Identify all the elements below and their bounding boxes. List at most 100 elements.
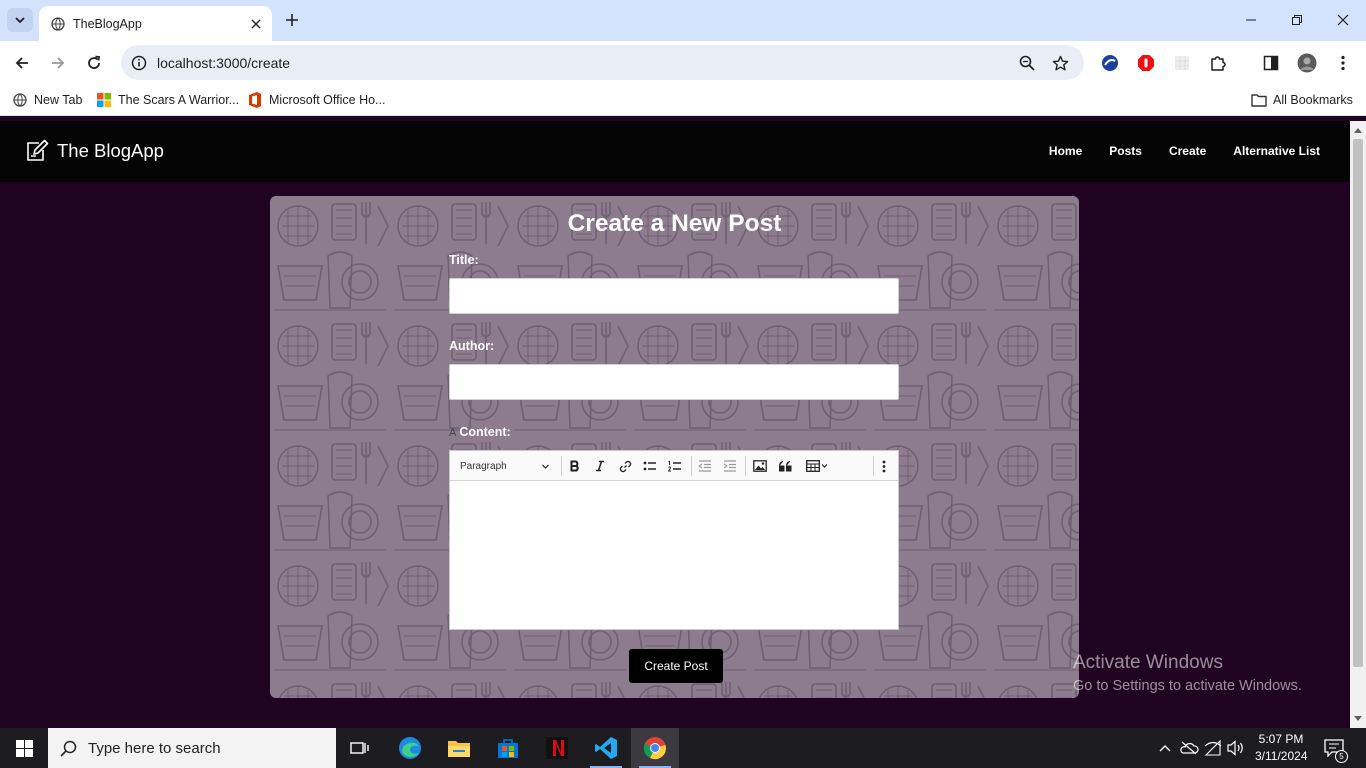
volume-icon[interactable] bbox=[1226, 738, 1246, 758]
bookmarks-bar: New Tab The Scars A Warrior... Microsoft… bbox=[0, 84, 1366, 116]
site-navbar: The BlogApp Home Posts Create Alternativ… bbox=[0, 121, 1350, 182]
chevron-down-icon bbox=[15, 17, 25, 24]
rich-text-editor: Paragraph bbox=[449, 450, 899, 630]
quote-icon bbox=[778, 460, 791, 471]
extensions-puzzle-icon[interactable] bbox=[1207, 52, 1229, 74]
scroll-up-arrow-icon[interactable] bbox=[1354, 126, 1362, 134]
numbered-list-icon bbox=[668, 460, 681, 472]
format-value: Paragraph bbox=[460, 460, 507, 472]
watermark-subtitle: Go to Settings to activate Windows. bbox=[1073, 678, 1302, 694]
extension-blue-icon[interactable] bbox=[1099, 52, 1121, 74]
task-view-button[interactable] bbox=[336, 728, 384, 768]
indent-icon bbox=[723, 460, 736, 472]
nav-home[interactable]: Home bbox=[1049, 144, 1082, 158]
italic-icon bbox=[596, 460, 604, 472]
close-window-button[interactable] bbox=[1320, 6, 1366, 34]
taskbar-vscode[interactable] bbox=[582, 728, 630, 768]
new-tab-button[interactable] bbox=[281, 9, 303, 31]
address-bar[interactable]: localhost:3000/create bbox=[121, 45, 1084, 80]
link-button[interactable] bbox=[614, 455, 636, 477]
heading-format-dropdown[interactable]: Paragraph bbox=[454, 455, 556, 477]
brand[interactable]: The BlogApp bbox=[25, 139, 164, 163]
numbered-list-button[interactable] bbox=[664, 455, 686, 477]
scroll-down-arrow-icon[interactable] bbox=[1354, 715, 1362, 723]
insert-table-button[interactable] bbox=[802, 455, 832, 477]
title-input[interactable] bbox=[449, 278, 899, 314]
browser-tab-strip: TheBlogApp bbox=[0, 0, 1366, 41]
outdent-button[interactable] bbox=[694, 455, 716, 477]
side-panel-icon[interactable] bbox=[1260, 52, 1282, 74]
zoom-icon[interactable] bbox=[1017, 53, 1037, 73]
taskbar-search-box[interactable]: Type here to search bbox=[48, 728, 336, 768]
image-icon bbox=[753, 460, 767, 472]
title-label: Title: bbox=[449, 253, 479, 267]
windows-start-icon bbox=[15, 739, 33, 757]
nav-posts[interactable]: Posts bbox=[1109, 144, 1142, 158]
editor-content-area[interactable] bbox=[450, 482, 898, 629]
taskbar-chrome[interactable] bbox=[631, 728, 679, 768]
profile-avatar[interactable] bbox=[1296, 52, 1318, 74]
outdent-icon bbox=[698, 460, 711, 472]
adblock-icon[interactable] bbox=[1135, 52, 1157, 74]
close-tab-icon[interactable] bbox=[246, 14, 266, 34]
minimize-icon bbox=[1246, 19, 1256, 21]
taskbar-file-explorer[interactable] bbox=[435, 728, 483, 768]
plus-icon bbox=[286, 14, 298, 26]
network-icon[interactable] bbox=[1203, 738, 1223, 758]
minimize-button[interactable] bbox=[1228, 6, 1274, 34]
show-more-items-button[interactable] bbox=[873, 455, 895, 477]
onedrive-offline-icon[interactable] bbox=[1179, 738, 1199, 758]
insert-image-button[interactable] bbox=[749, 455, 771, 477]
folder-icon bbox=[1251, 92, 1267, 108]
reload-button[interactable] bbox=[80, 49, 108, 77]
content-label: Content: bbox=[459, 425, 511, 439]
more-vertical-icon bbox=[882, 460, 886, 472]
bulleted-list-button[interactable] bbox=[639, 455, 661, 477]
content-label-prefix: A bbox=[449, 427, 457, 439]
url-text[interactable]: localhost:3000/create bbox=[157, 55, 290, 71]
tab-search-button[interactable] bbox=[7, 8, 33, 32]
indent-button[interactable] bbox=[719, 455, 741, 477]
bookmark-office[interactable]: Microsoft Office Ho... bbox=[247, 92, 385, 108]
taskbar-edge[interactable] bbox=[386, 728, 434, 768]
close-icon bbox=[1337, 14, 1349, 26]
scroll-thumb[interactable] bbox=[1353, 139, 1363, 667]
back-button[interactable] bbox=[8, 49, 36, 77]
create-post-card: Create a New Post Title: Author: A Conten… bbox=[270, 196, 1079, 698]
windows-logo-icon bbox=[96, 92, 112, 108]
taskbar-microsoft-store[interactable] bbox=[484, 728, 532, 768]
forward-button[interactable] bbox=[44, 49, 72, 77]
page-scrollbar[interactable] bbox=[1350, 121, 1366, 728]
block-quote-button[interactable] bbox=[774, 455, 796, 477]
author-input[interactable] bbox=[449, 364, 899, 400]
search-icon bbox=[60, 740, 77, 757]
forward-arrow-icon bbox=[52, 57, 65, 69]
browser-tab[interactable]: TheBlogApp bbox=[39, 6, 272, 41]
show-hidden-icons-chevron-icon[interactable] bbox=[1155, 738, 1175, 758]
bookmark-scars-warrior[interactable]: The Scars A Warrior... bbox=[96, 92, 239, 108]
windows-taskbar: Type here to search 5:07 PM 3/11/2024 5 bbox=[0, 728, 1366, 768]
extension-grid-icon[interactable] bbox=[1171, 52, 1193, 74]
nav-create[interactable]: Create bbox=[1169, 144, 1206, 158]
netflix-icon bbox=[546, 737, 568, 759]
bookmark-label: Microsoft Office Ho... bbox=[269, 93, 386, 107]
bulleted-list-icon bbox=[643, 461, 656, 471]
restore-button[interactable] bbox=[1274, 6, 1320, 34]
create-post-button[interactable]: Create Post bbox=[629, 649, 723, 683]
table-icon bbox=[806, 460, 828, 472]
tab-title: TheBlogApp bbox=[73, 16, 142, 31]
taskbar-netflix[interactable] bbox=[533, 728, 581, 768]
nav-alternative-list[interactable]: Alternative List bbox=[1233, 144, 1320, 158]
task-view-icon bbox=[350, 742, 369, 754]
bold-button[interactable] bbox=[564, 455, 586, 477]
site-info-icon[interactable] bbox=[129, 53, 149, 73]
italic-button[interactable] bbox=[589, 455, 611, 477]
start-button[interactable] bbox=[0, 728, 48, 768]
bookmark-star-icon[interactable] bbox=[1050, 53, 1070, 73]
bookmark-new-tab[interactable]: New Tab bbox=[12, 92, 82, 108]
system-clock[interactable]: 5:07 PM 3/11/2024 bbox=[1255, 731, 1308, 765]
page-viewport: The BlogApp Home Posts Create Alternativ… bbox=[0, 121, 1350, 728]
editor-toolbar: Paragraph bbox=[450, 451, 898, 481]
all-bookmarks-button[interactable]: All Bookmarks bbox=[1251, 92, 1353, 108]
more-options-icon[interactable] bbox=[1332, 52, 1354, 74]
